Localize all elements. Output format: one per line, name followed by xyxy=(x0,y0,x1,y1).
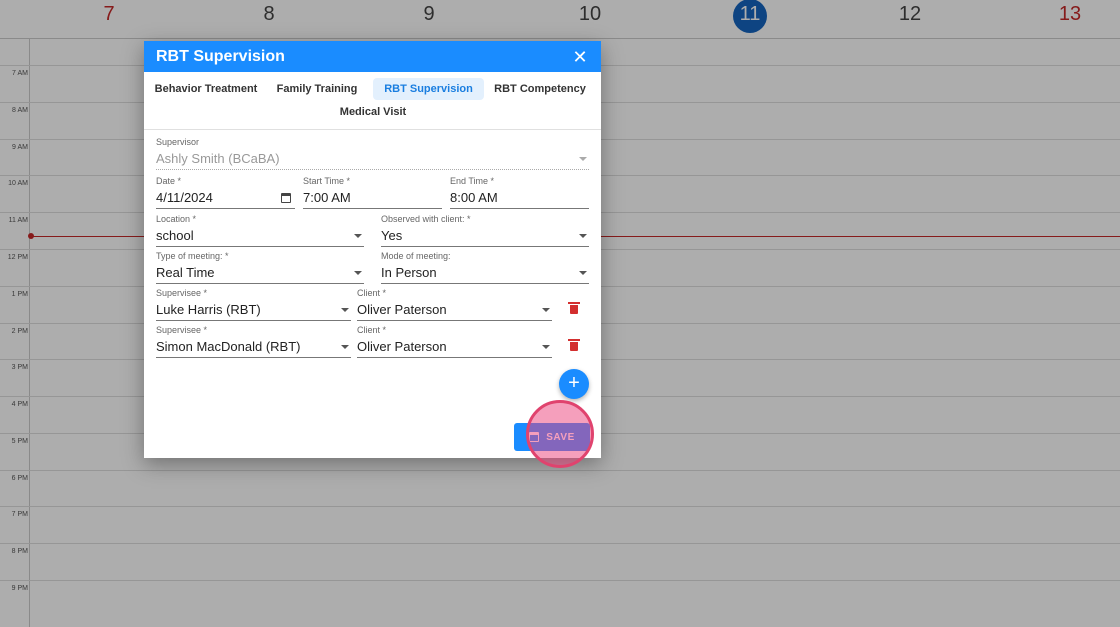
client-label: Client * xyxy=(357,325,387,335)
calendar-icon xyxy=(529,432,540,442)
tab-family-training[interactable]: Family Training xyxy=(270,78,364,100)
client-value[interactable]: Oliver Paterson xyxy=(357,299,552,321)
save-button[interactable]: SAVE xyxy=(514,423,590,451)
observed-value[interactable]: Yes xyxy=(381,225,589,247)
meeting-type-value[interactable]: Real Time xyxy=(156,262,364,284)
chevron-down-icon xyxy=(341,308,349,312)
rbt-supervision-dialog: RBT Supervision ✕ Behavior Treatment Fam… xyxy=(144,41,601,458)
start-time-value[interactable]: 7:00 AM xyxy=(303,187,442,209)
chevron-down-icon xyxy=(579,271,587,275)
chevron-down-icon xyxy=(354,271,362,275)
calendar-icon[interactable] xyxy=(281,193,291,203)
chevron-down-icon xyxy=(354,234,362,238)
supervisee-value[interactable]: Simon MacDonald (RBT) xyxy=(156,336,351,358)
chevron-down-icon xyxy=(542,345,550,349)
supervisor-select[interactable]: Supervisor Ashly Smith (BCaBA) xyxy=(156,136,589,170)
add-supervisee-button[interactable]: + xyxy=(559,369,589,399)
dialog-header: RBT Supervision ✕ xyxy=(144,41,601,72)
tab-rbt-competency[interactable]: RBT Competency xyxy=(493,78,587,100)
chevron-down-icon xyxy=(579,234,587,238)
tab-rbt-supervision[interactable]: RBT Supervision xyxy=(373,78,484,100)
date-value[interactable]: 4/11/2024 xyxy=(156,187,295,209)
end-time-value[interactable]: 8:00 AM xyxy=(450,187,589,209)
save-label: SAVE xyxy=(546,431,575,443)
end-time-label: End Time * xyxy=(450,176,495,186)
delete-row-icon[interactable] xyxy=(568,302,580,314)
observed-label: Observed with client: * xyxy=(381,214,471,224)
meeting-mode-label: Mode of meeting: xyxy=(381,251,451,261)
date-label: Date * xyxy=(156,176,182,186)
client-value[interactable]: Oliver Paterson xyxy=(357,336,552,358)
client-select[interactable]: Client * Oliver Paterson xyxy=(357,324,552,358)
end-time-field[interactable]: End Time * 8:00 AM xyxy=(450,175,589,209)
observed-select[interactable]: Observed with client: * Yes xyxy=(381,213,589,247)
client-select[interactable]: Client * Oliver Paterson xyxy=(357,287,552,321)
tab-behavior-treatment[interactable]: Behavior Treatment xyxy=(152,78,260,100)
supervisor-value: Ashly Smith (BCaBA) xyxy=(156,148,589,170)
tab-medical-visit[interactable]: Medical Visit xyxy=(332,101,414,123)
supervisee-label: Supervisee * xyxy=(156,288,208,298)
dialog-title: RBT Supervision xyxy=(156,47,285,65)
supervisee-select[interactable]: Supervisee * Luke Harris (RBT) xyxy=(156,287,351,321)
location-label: Location * xyxy=(156,214,197,224)
chevron-down-icon xyxy=(542,308,550,312)
date-field[interactable]: Date * 4/11/2024 xyxy=(156,175,295,209)
start-time-label: Start Time * xyxy=(303,176,351,186)
close-icon[interactable]: ✕ xyxy=(571,48,589,66)
supervisor-label: Supervisor xyxy=(156,137,200,147)
supervisee-value[interactable]: Luke Harris (RBT) xyxy=(156,299,351,321)
meeting-type-select[interactable]: Type of meeting: * Real Time xyxy=(156,250,364,284)
chevron-down-icon xyxy=(579,157,587,161)
supervisee-select[interactable]: Supervisee * Simon MacDonald (RBT) xyxy=(156,324,351,358)
meeting-mode-select[interactable]: Mode of meeting: In Person xyxy=(381,250,589,284)
meeting-mode-value[interactable]: In Person xyxy=(381,262,589,284)
delete-row-icon[interactable] xyxy=(568,339,580,351)
location-select[interactable]: Location * school xyxy=(156,213,364,247)
appointment-type-tabs: Behavior Treatment Family Training RBT S… xyxy=(144,72,601,130)
client-label: Client * xyxy=(357,288,387,298)
start-time-field[interactable]: Start Time * 7:00 AM xyxy=(303,175,442,209)
supervisee-label: Supervisee * xyxy=(156,325,208,335)
chevron-down-icon xyxy=(341,345,349,349)
location-value[interactable]: school xyxy=(156,225,364,247)
meeting-type-label: Type of meeting: * xyxy=(156,251,229,261)
